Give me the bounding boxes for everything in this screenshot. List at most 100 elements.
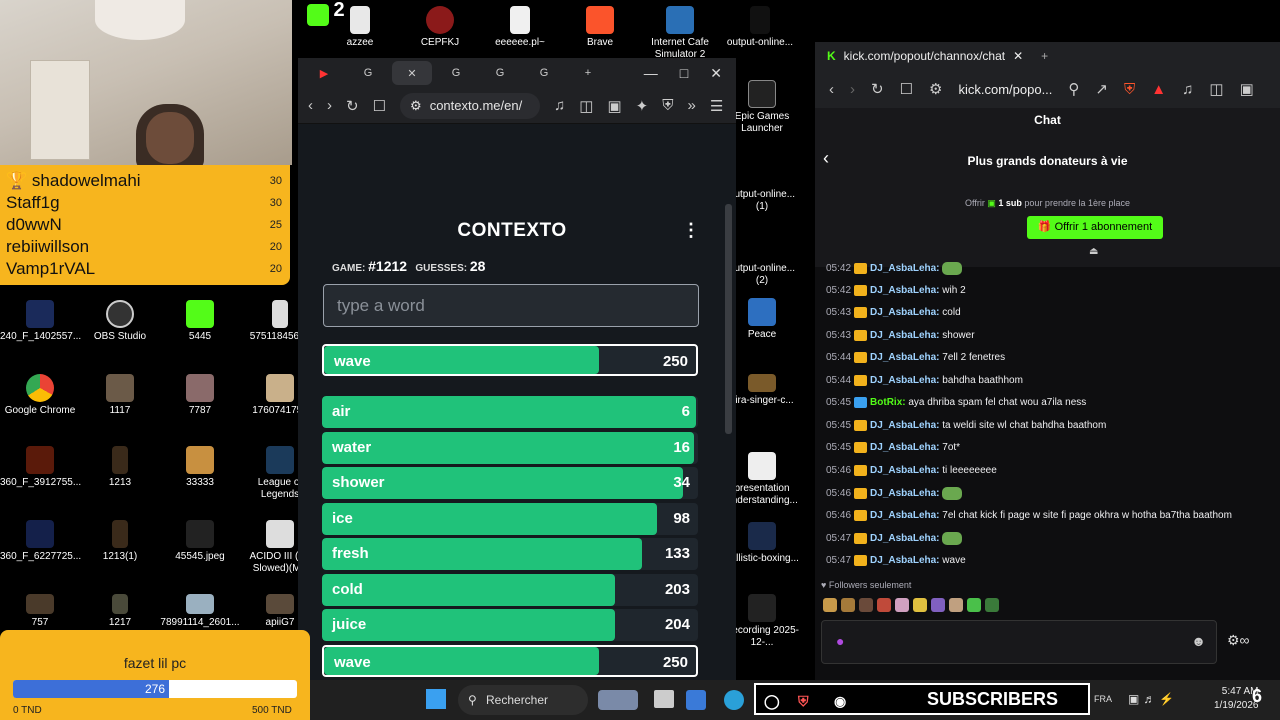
reload-icon[interactable]: ↻ <box>346 97 359 115</box>
notification-count[interactable]: 6 <box>1252 686 1262 707</box>
emote[interactable] <box>895 598 909 612</box>
forward-icon[interactable]: › <box>327 97 332 114</box>
message-user[interactable]: DJ_AsbaLeha: <box>870 330 939 341</box>
message-user[interactable]: DJ_AsbaLeha: <box>870 510 939 521</box>
desktop-icon-image[interactable]: 1213 <box>80 446 160 489</box>
close-window-icon[interactable]: ✕ <box>710 65 722 82</box>
message-user[interactable]: DJ_AsbaLeha: <box>870 420 939 431</box>
desktop-icon-image[interactable]: 360_F_6227725... <box>0 520 81 563</box>
emote[interactable] <box>877 598 891 612</box>
message-user[interactable]: DJ_AsbaLeha: <box>870 555 939 566</box>
forward-icon[interactable]: › <box>850 81 855 98</box>
zoom-icon[interactable]: ⚲ <box>1068 80 1079 98</box>
close-icon[interactable]: ✕ <box>1013 49 1023 63</box>
tab-google[interactable]: G <box>348 61 388 85</box>
kick-app-icon[interactable]: 5445 <box>160 300 240 343</box>
message-user[interactable]: DJ_AsbaLeha: <box>870 263 939 274</box>
emoji-icon[interactable]: ☻ <box>1191 633 1206 649</box>
tab-google[interactable]: G <box>480 61 520 85</box>
reload-icon[interactable]: ↻ <box>871 80 884 98</box>
desktop-icon-file[interactable]: eeeeee.pl~ <box>480 6 560 49</box>
word-input[interactable]: type a word <box>323 284 699 327</box>
chat-input[interactable]: ● ☻ <box>821 620 1217 664</box>
taskbar-search[interactable]: ⚲ Rechercher <box>458 685 588 715</box>
rewards-icon[interactable]: ▲ <box>1151 81 1166 98</box>
message-user[interactable]: DJ_AsbaLeha: <box>870 442 939 453</box>
desktop-icon-image[interactable]: 45545.jpeg <box>160 520 240 563</box>
desktop-icon-image[interactable]: 1217 <box>80 594 160 629</box>
microphone-icon[interactable]: ● <box>836 633 844 649</box>
system-tray-icons[interactable]: ▣♬⚡ <box>1128 692 1178 706</box>
desktop-icon-image[interactable]: 7787 <box>160 374 240 417</box>
emote[interactable] <box>949 598 963 612</box>
emote[interactable] <box>931 598 945 612</box>
scrollbar[interactable] <box>725 204 732 434</box>
desktop-icon-cafe-sim[interactable]: Internet Cafe Simulator 2 <box>640 6 720 61</box>
tab-contexto[interactable]: ✕ <box>392 61 432 85</box>
message-user[interactable]: DJ_AsbaLeha: <box>870 533 939 544</box>
gift-subscription-button[interactable]: 🎁 Offrir 1 abonnement <box>1027 216 1163 239</box>
close-icon[interactable]: ✕ <box>407 67 416 80</box>
message-user[interactable]: DJ_AsbaLeha: <box>870 352 939 363</box>
brave-shield-icon[interactable]: ⛨ <box>1124 81 1135 98</box>
windows-start-icon[interactable] <box>426 689 446 709</box>
menu-icon[interactable]: ☰ <box>710 97 723 115</box>
sparkle-icon[interactable]: ✦ <box>636 97 649 115</box>
chat-settings-icon[interactable]: ⚙∞ <box>1227 632 1250 649</box>
desktop-icon-cepfkj[interactable]: CEPFKJ <box>400 6 480 49</box>
message-user[interactable]: DJ_AsbaLeha: <box>870 375 939 386</box>
share-icon[interactable]: ↗ <box>1095 80 1108 98</box>
chat-tab-title[interactable]: kick.com/popout/channox/chat <box>844 49 1005 63</box>
chat-url[interactable]: kick.com/popo... <box>958 82 1052 97</box>
emote[interactable] <box>841 598 855 612</box>
desktop-icon-image[interactable]: 240_F_1402557... <box>0 300 81 343</box>
music-icon[interactable]: ♫ <box>554 97 565 114</box>
tab-youtube[interactable]: ▶ <box>304 61 344 85</box>
maximize-icon[interactable]: □ <box>680 65 688 82</box>
address-bar[interactable]: ⚙ contexto.me/en/ <box>400 92 541 119</box>
emote[interactable] <box>859 598 873 612</box>
desktop-icon-image[interactable]: 1213(1) <box>80 520 160 563</box>
obs-icon[interactable]: OBS Studio <box>80 300 160 343</box>
shield-icon[interactable]: ⛨ <box>662 97 673 114</box>
desktop-icon-image[interactable]: 360_F_3912755... <box>0 446 81 489</box>
more-tools-icon[interactable]: » <box>688 97 696 114</box>
back-icon[interactable]: ‹ <box>829 81 834 98</box>
kebab-menu-icon[interactable]: ⋮ <box>682 220 700 241</box>
message-user[interactable]: DJ_AsbaLeha: <box>870 465 939 476</box>
vscode-icon[interactable] <box>686 690 706 710</box>
desktop-icon-image[interactable]: 78991114_2601... <box>160 594 240 629</box>
desktop-icon-output[interactable]: output-online... <box>720 6 800 49</box>
brave-icon[interactable]: Brave <box>560 6 640 49</box>
language-indicator[interactable]: FRA <box>1094 694 1112 704</box>
message-user[interactable]: DJ_AsbaLeha: <box>870 307 939 318</box>
wallet-icon[interactable]: ▣ <box>607 97 621 115</box>
desktop-icon-image[interactable]: 33333 <box>160 446 240 489</box>
plus-icon[interactable]: + <box>1041 49 1048 63</box>
chrome-icon[interactable]: Google Chrome <box>0 374 80 417</box>
emote[interactable] <box>913 598 927 612</box>
music-icon[interactable]: ♫ <box>1182 81 1193 98</box>
sidebar-icon[interactable]: ◫ <box>1209 80 1223 98</box>
desktop-icon-azzee[interactable]: azzee <box>320 6 400 49</box>
bookmark-icon[interactable]: ☐ <box>373 97 386 115</box>
emote[interactable] <box>967 598 981 612</box>
desktop-icon-image[interactable]: 1117 <box>80 374 160 417</box>
message-user[interactable]: DJ_AsbaLeha: <box>870 488 939 499</box>
site-info-icon[interactable]: ⚙ <box>410 98 422 114</box>
emote[interactable] <box>823 598 837 612</box>
message-user[interactable]: DJ_AsbaLeha: <box>870 285 939 296</box>
new-tab-button[interactable]: + <box>568 61 608 85</box>
site-info-icon[interactable]: ⚙ <box>929 80 942 98</box>
tab-google[interactable]: G <box>524 61 564 85</box>
back-icon[interactable]: ‹ <box>308 97 313 114</box>
message-user[interactable]: BotRix: <box>870 397 906 408</box>
wallet-icon[interactable]: ▣ <box>1240 80 1254 98</box>
tab-google[interactable]: G <box>436 61 476 85</box>
emote[interactable] <box>985 598 999 612</box>
sidebar-icon[interactable]: ◫ <box>579 97 593 115</box>
taskbar-widget-icon[interactable] <box>598 690 638 710</box>
file-explorer-icon[interactable] <box>654 690 674 708</box>
bookmark-icon[interactable]: ☐ <box>900 80 913 98</box>
edge-icon[interactable] <box>724 690 744 710</box>
